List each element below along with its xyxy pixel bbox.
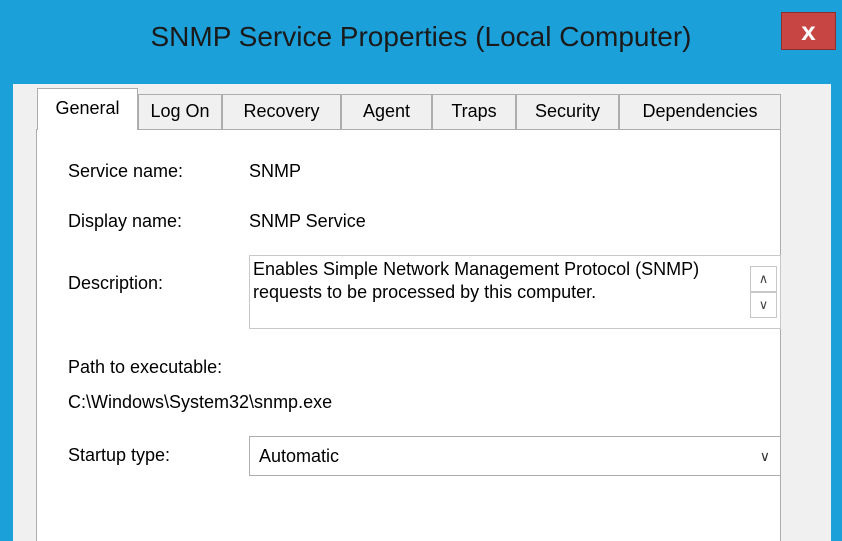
tab-recovery[interactable]: Recovery xyxy=(222,94,341,129)
tab-security-label: Security xyxy=(534,101,601,121)
tab-security[interactable]: Security xyxy=(516,94,619,129)
tab-traps[interactable]: Traps xyxy=(432,94,516,129)
dialog-client-area: General Log On Recovery Agent Traps Secu… xyxy=(13,84,831,541)
tab-traps-label: Traps xyxy=(451,101,497,121)
tab-general[interactable]: General xyxy=(37,88,138,130)
path-to-executable-label: Path to executable: xyxy=(68,357,223,377)
window-title: SNMP Service Properties (Local Computer) xyxy=(150,21,692,52)
close-icon: x xyxy=(801,16,816,46)
service-name-value: SNMP xyxy=(249,161,302,181)
description-text[interactable]: Enables Simple Network Management Protoc… xyxy=(253,258,743,304)
display-name-value[interactable]: SNMP Service xyxy=(249,211,366,232)
startup-type-value: Automatic xyxy=(259,446,340,466)
tab-recovery-label: Recovery xyxy=(243,101,320,121)
service-name-label: Service name: xyxy=(68,161,184,181)
chevron-down-icon: ∨ xyxy=(758,297,769,312)
scroll-up-button[interactable]: ∧ xyxy=(750,266,777,292)
tab-log-on-label: Log On xyxy=(150,101,210,121)
tab-agent[interactable]: Agent xyxy=(341,94,432,129)
tab-agent-label: Agent xyxy=(362,101,411,121)
tab-log-on[interactable]: Log On xyxy=(138,94,222,129)
tab-general-label: General xyxy=(55,98,120,118)
tab-dependencies-label: Dependencies xyxy=(642,101,758,121)
startup-type-label: Startup type: xyxy=(68,445,171,465)
scroll-down-button[interactable]: ∨ xyxy=(750,292,777,318)
display-name-label: Display name: xyxy=(68,211,183,231)
close-button[interactable]: x xyxy=(781,12,836,50)
description-textbox[interactable]: Enables Simple Network Management Protoc… xyxy=(249,255,781,329)
chevron-down-icon: ∨ xyxy=(759,448,770,464)
chevron-up-icon: ∧ xyxy=(758,271,769,286)
properties-window: SNMP Service Properties (Local Computer)… xyxy=(0,0,842,541)
general-tab-panel: Service name: SNMP Display name: SNMP Se… xyxy=(36,129,781,541)
path-to-executable-value[interactable]: C:\Windows\System32\snmp.exe xyxy=(68,392,332,413)
tab-dependencies[interactable]: Dependencies xyxy=(619,94,781,129)
startup-type-select[interactable]: Automatic ∨ xyxy=(249,436,781,476)
description-label: Description: xyxy=(68,273,164,293)
title-bar[interactable]: SNMP Service Properties (Local Computer)… xyxy=(0,0,842,84)
